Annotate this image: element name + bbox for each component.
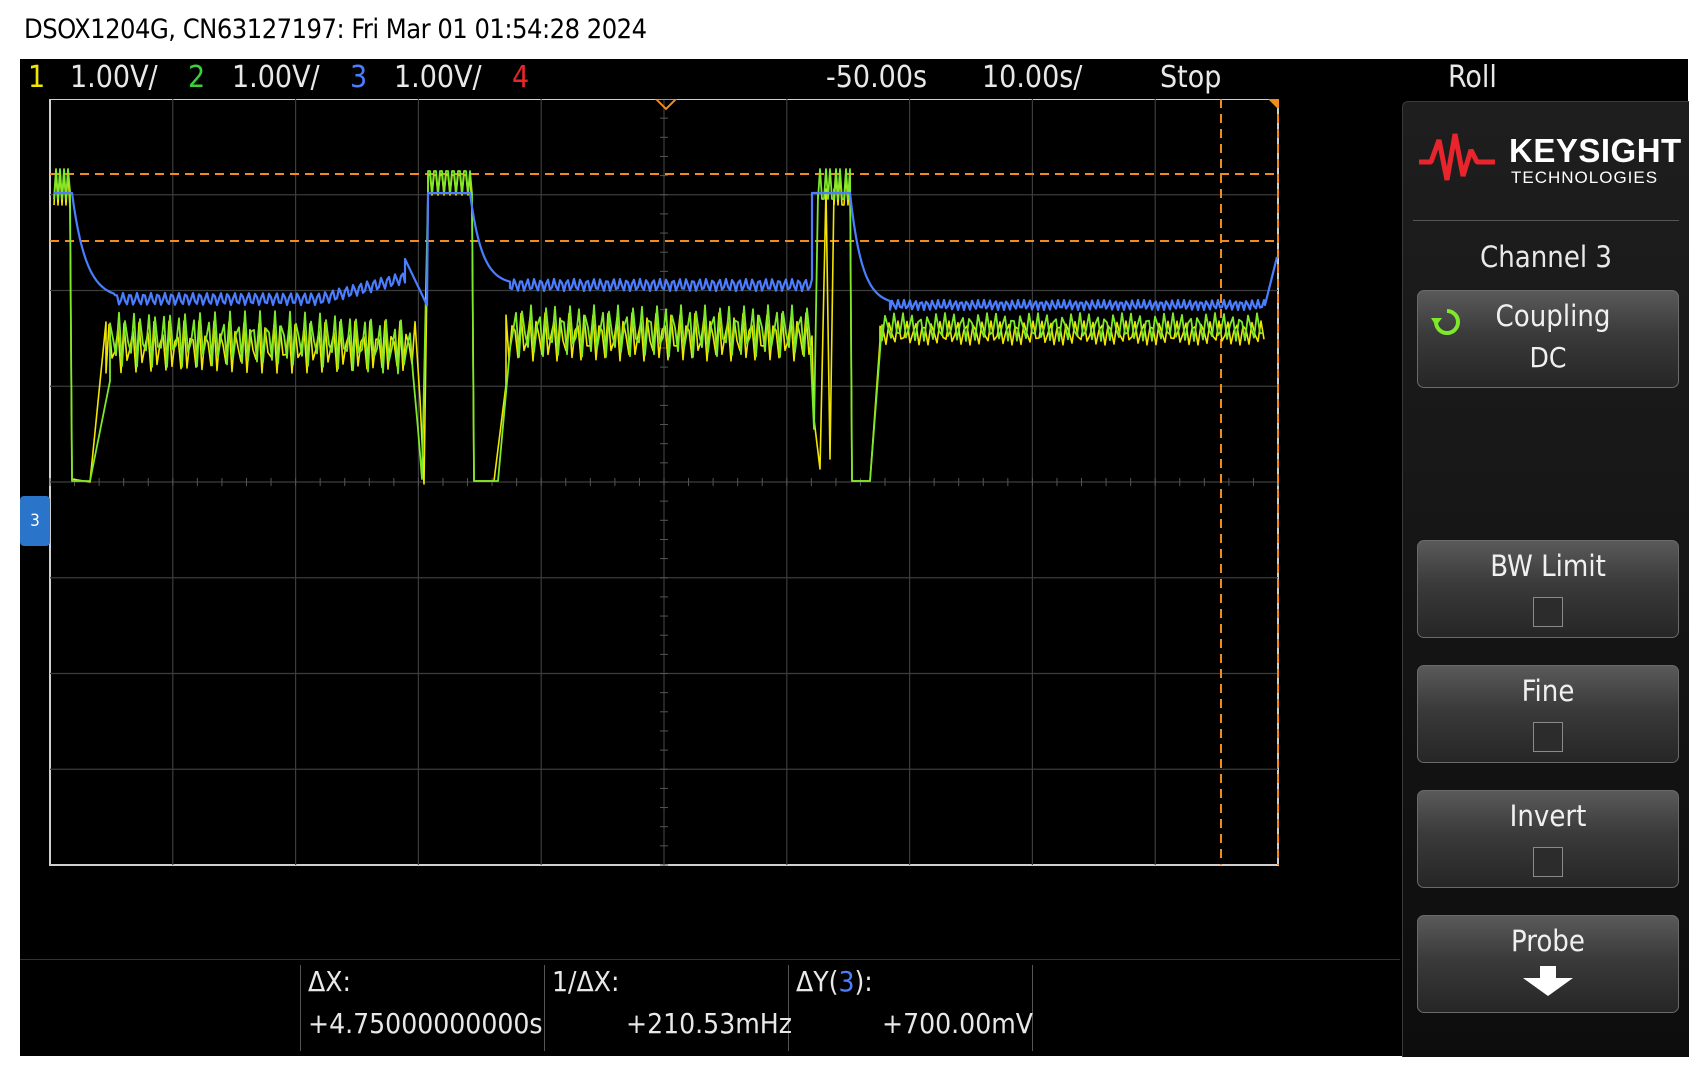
- oscilloscope-display: 1 1.00V/ 2 1.00V/ 3 1.00V/ 4 -50.00s 10.…: [20, 59, 1689, 1057]
- bw-limit-label: BW Limit: [1490, 549, 1606, 583]
- trigger-markers: [654, 99, 1278, 111]
- channel-1-indicator[interactable]: 1: [28, 59, 45, 96]
- channel-2-trace: [53, 168, 1264, 482]
- channel-2-indicator[interactable]: 2: [188, 59, 205, 96]
- channel-3-trace: [54, 191, 1279, 312]
- waveform-traces: [53, 168, 1279, 485]
- channel-2-scale[interactable]: 1.00V/: [232, 59, 320, 96]
- softkey-panel: KEYSIGHT TECHNOLOGIES Channel 3 Coupling…: [1402, 101, 1689, 1057]
- graticule: [49, 99, 1279, 866]
- invert-softkey[interactable]: Invert: [1417, 790, 1679, 888]
- coupling-softkey[interactable]: Coupling DC: [1417, 290, 1679, 388]
- fine-checkbox[interactable]: [1533, 722, 1563, 752]
- inverse-delta-x-value: +210.53mHz: [626, 1007, 792, 1040]
- run-state[interactable]: Stop: [1160, 59, 1221, 96]
- channel-4-indicator[interactable]: 4: [512, 59, 529, 96]
- delta-x-value: +4.75000000000s: [308, 1007, 543, 1040]
- delta-x-label: ΔX:: [308, 965, 351, 998]
- inverse-delta-x-label: 1/ΔX:: [552, 965, 620, 998]
- screenshot-title: DSOX1204G, CN63127197: Fri Mar 01 01:54:…: [24, 14, 647, 45]
- invert-label: Invert: [1509, 799, 1587, 833]
- waveform-display: [49, 99, 1279, 866]
- status-bar: 1 1.00V/ 2 1.00V/ 3 1.00V/ 4 -50.00s 10.…: [20, 59, 1688, 96]
- delta-y-label: ΔY(3):: [796, 965, 873, 998]
- fine-label: Fine: [1521, 674, 1575, 708]
- bw-limit-checkbox[interactable]: [1533, 597, 1563, 627]
- channel-3-indicator[interactable]: 3: [350, 59, 367, 96]
- channel-3-scale[interactable]: 1.00V/: [394, 59, 482, 96]
- coupling-label: Coupling: [1495, 299, 1611, 333]
- timebase-scale[interactable]: 10.00s/: [982, 59, 1082, 96]
- acquisition-mode[interactable]: Roll: [1448, 59, 1497, 96]
- bw-limit-softkey[interactable]: BW Limit: [1417, 540, 1679, 638]
- probe-label: Probe: [1511, 924, 1585, 958]
- menu-title: Channel 3: [1479, 240, 1612, 274]
- horizontal-delay[interactable]: -50.00s: [826, 59, 927, 96]
- channel-3-ground-marker[interactable]: 3: [20, 496, 50, 546]
- delta-y-value: +700.00mV: [882, 1007, 1033, 1040]
- probe-softkey[interactable]: Probe: [1417, 915, 1679, 1013]
- submenu-down-arrow-icon: [1523, 966, 1573, 996]
- cursor-measurements: ΔX: +4.75000000000s 1/ΔX: +210.53mHz ΔY(…: [20, 959, 1400, 1056]
- channel-1-scale[interactable]: 1.00V/: [70, 59, 158, 96]
- keysight-logo: KEYSIGHT TECHNOLOGIES: [1417, 120, 1681, 190]
- coupling-value: DC: [1529, 341, 1567, 374]
- invert-checkbox[interactable]: [1533, 847, 1563, 877]
- fine-softkey[interactable]: Fine: [1417, 665, 1679, 763]
- keysight-wave-icon: [1419, 133, 1495, 181]
